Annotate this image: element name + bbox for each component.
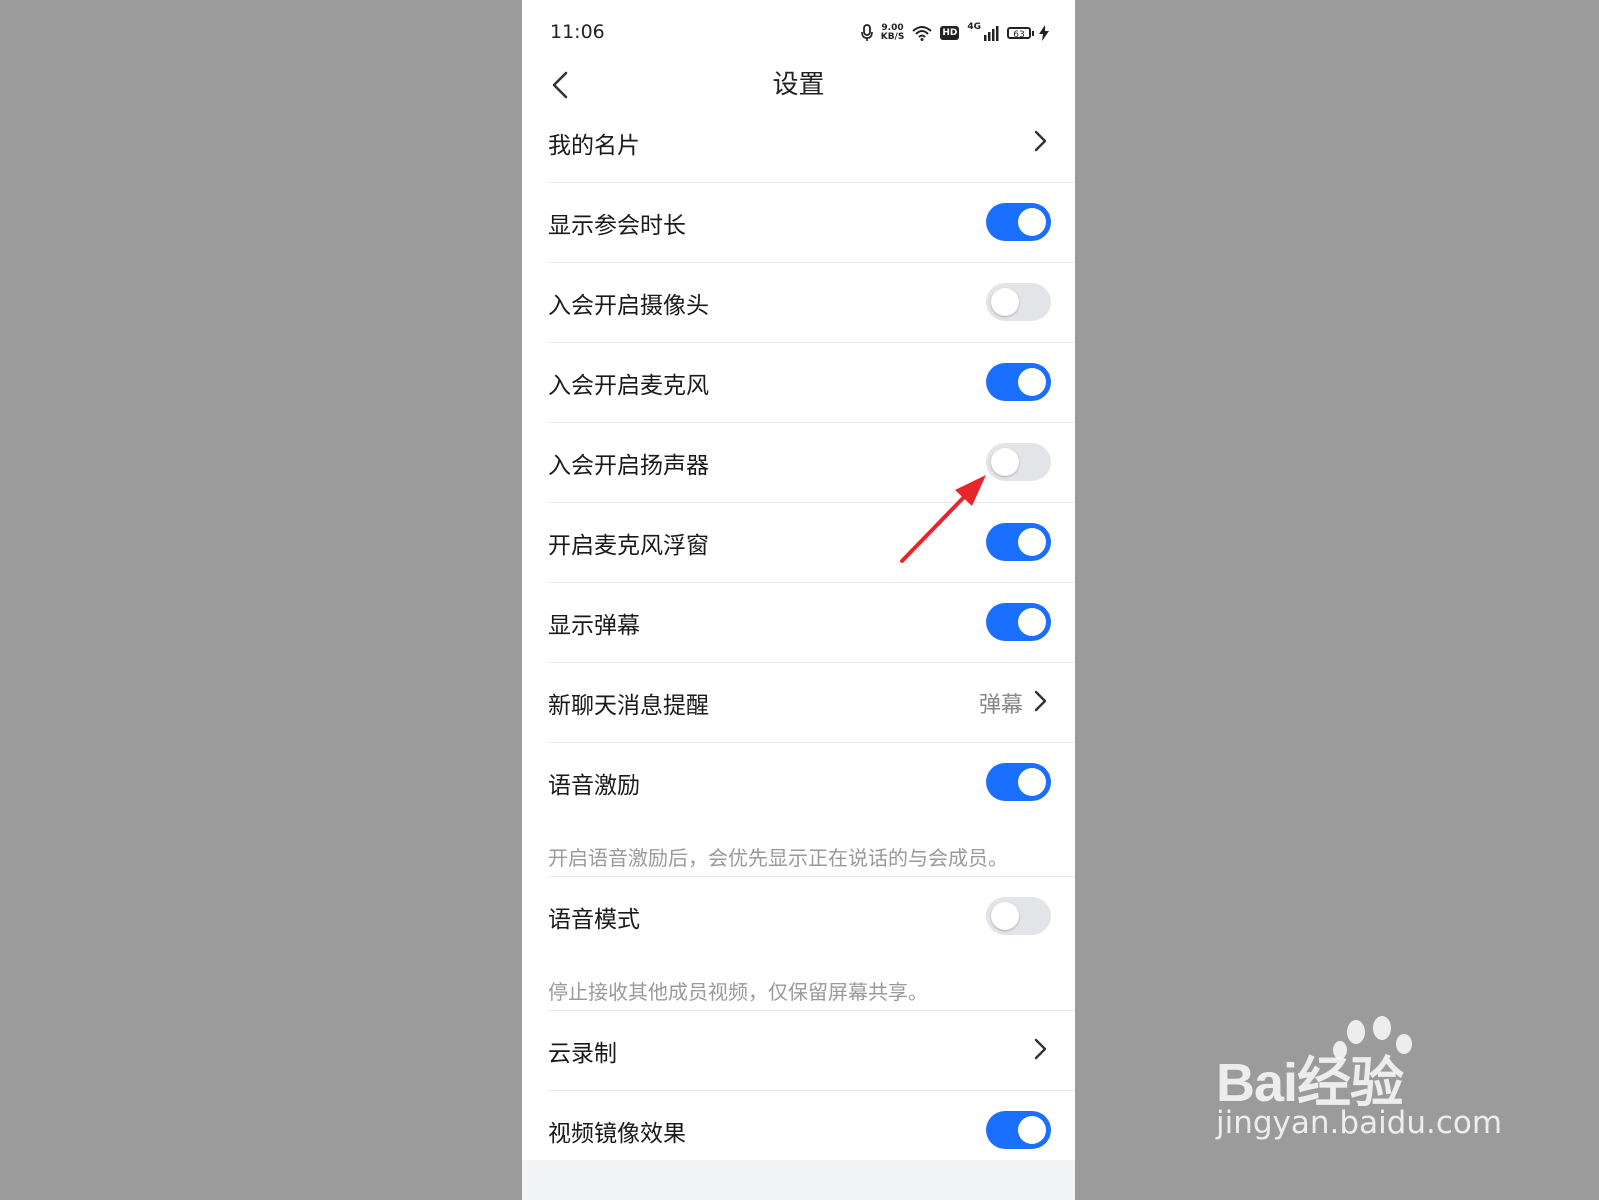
hd-icon: HD	[940, 26, 960, 40]
setting-label: 语音激励	[548, 773, 640, 799]
setting-row-show-danmaku: 显示弹幕	[522, 583, 1075, 663]
microphone-icon	[860, 24, 873, 41]
setting-label: 新聊天消息提醒	[548, 693, 709, 719]
setting-label: 开启麦克风浮窗	[548, 533, 709, 559]
setting-row-mic-floating-window: 开启麦克风浮窗	[522, 503, 1075, 583]
status-bar: 11:06 9.00 KB/S HD 4G 63	[522, 0, 1075, 60]
chevron-right-icon	[1034, 1038, 1047, 1060]
setting-label: 显示弹幕	[548, 613, 640, 639]
net-speed: 9.00 KB/S	[881, 24, 905, 42]
phone-screen: 11:06 9.00 KB/S HD 4G 63 设置 我的名片 显示参会时长 …	[522, 0, 1075, 1200]
charging-bolt-icon	[1039, 25, 1049, 41]
cellular-signal-icon	[984, 26, 999, 41]
setting-row-new-chat-reminder[interactable]: 新聊天消息提醒 弹幕	[522, 663, 1075, 743]
toggle-knob	[1018, 768, 1046, 796]
setting-description: 开启语音激励后，会优先显示正在说话的与会成员。	[548, 846, 1008, 870]
setting-label: 云录制	[548, 1041, 617, 1067]
status-time: 11:06	[550, 21, 605, 43]
toggle-knob	[991, 288, 1019, 316]
chevron-right-icon	[1034, 690, 1047, 712]
setting-label: 我的名片	[548, 133, 640, 159]
show-meeting-duration-toggle[interactable]	[986, 203, 1051, 241]
show-danmaku-toggle[interactable]	[986, 603, 1051, 641]
settings-list: 我的名片 显示参会时长 入会开启摄像头 入会开启麦克风 入会开启扬声器 开启麦克…	[522, 103, 1075, 1171]
voice-activation-toggle[interactable]	[986, 763, 1051, 801]
toggle-knob	[991, 902, 1019, 930]
setting-row-voice-activation: 语音激励 开启语音激励后，会优先显示正在说话的与会成员。	[522, 743, 1075, 877]
setting-label: 入会开启扬声器	[548, 453, 709, 479]
network-type-label: 4G	[967, 22, 981, 32]
setting-row-voice-mode: 语音模式 停止接收其他成员视频，仅保留屏幕共享。	[522, 877, 1075, 1011]
bottom-strip	[522, 1160, 1075, 1200]
mic-floating-window-toggle[interactable]	[986, 523, 1051, 561]
setting-row-mic-on-join: 入会开启麦克风	[522, 343, 1075, 423]
status-icons: 9.00 KB/S HD 4G 63	[860, 22, 1049, 44]
speaker-on-join-toggle[interactable]	[986, 443, 1051, 481]
setting-row-show-meeting-duration: 显示参会时长	[522, 183, 1075, 263]
toggle-knob	[991, 448, 1019, 476]
toggle-knob	[1018, 368, 1046, 396]
setting-label: 视频镜像效果	[548, 1121, 686, 1147]
watermark-url: jingyan.baidu.com	[1216, 1105, 1503, 1141]
setting-row-video-mirror: 视频镜像效果	[522, 1091, 1075, 1171]
setting-label: 显示参会时长	[548, 213, 686, 239]
setting-row-speaker-on-join: 入会开启扬声器	[522, 423, 1075, 503]
baidu-jingyan-watermark: Bai经验 jingyan.baidu.com	[1216, 1010, 1516, 1160]
setting-label: 入会开启摄像头	[548, 293, 709, 319]
camera-on-join-toggle[interactable]	[986, 283, 1051, 321]
video-mirror-toggle[interactable]	[986, 1111, 1051, 1149]
page-title: 设置	[772, 70, 825, 100]
setting-row-camera-on-join: 入会开启摄像头	[522, 263, 1075, 343]
toggle-knob	[1018, 528, 1046, 556]
net-speed-unit: KB/S	[880, 32, 905, 42]
voice-mode-toggle[interactable]	[986, 897, 1051, 935]
wifi-icon	[912, 26, 932, 41]
setting-description: 停止接收其他成员视频，仅保留屏幕共享。	[548, 980, 928, 1004]
setting-row-cloud-recording[interactable]: 云录制	[522, 1011, 1075, 1091]
chevron-right-icon	[1034, 130, 1047, 152]
setting-label: 语音模式	[548, 907, 640, 933]
toggle-knob	[1018, 608, 1046, 636]
toggle-knob	[1018, 1116, 1046, 1144]
setting-value: 弹幕	[978, 693, 1023, 718]
setting-label: 入会开启麦克风	[548, 373, 709, 399]
toggle-knob	[1018, 208, 1046, 236]
mic-on-join-toggle[interactable]	[986, 363, 1051, 401]
setting-row-my-card[interactable]: 我的名片	[522, 103, 1075, 183]
battery-icon: 63	[1007, 27, 1034, 40]
